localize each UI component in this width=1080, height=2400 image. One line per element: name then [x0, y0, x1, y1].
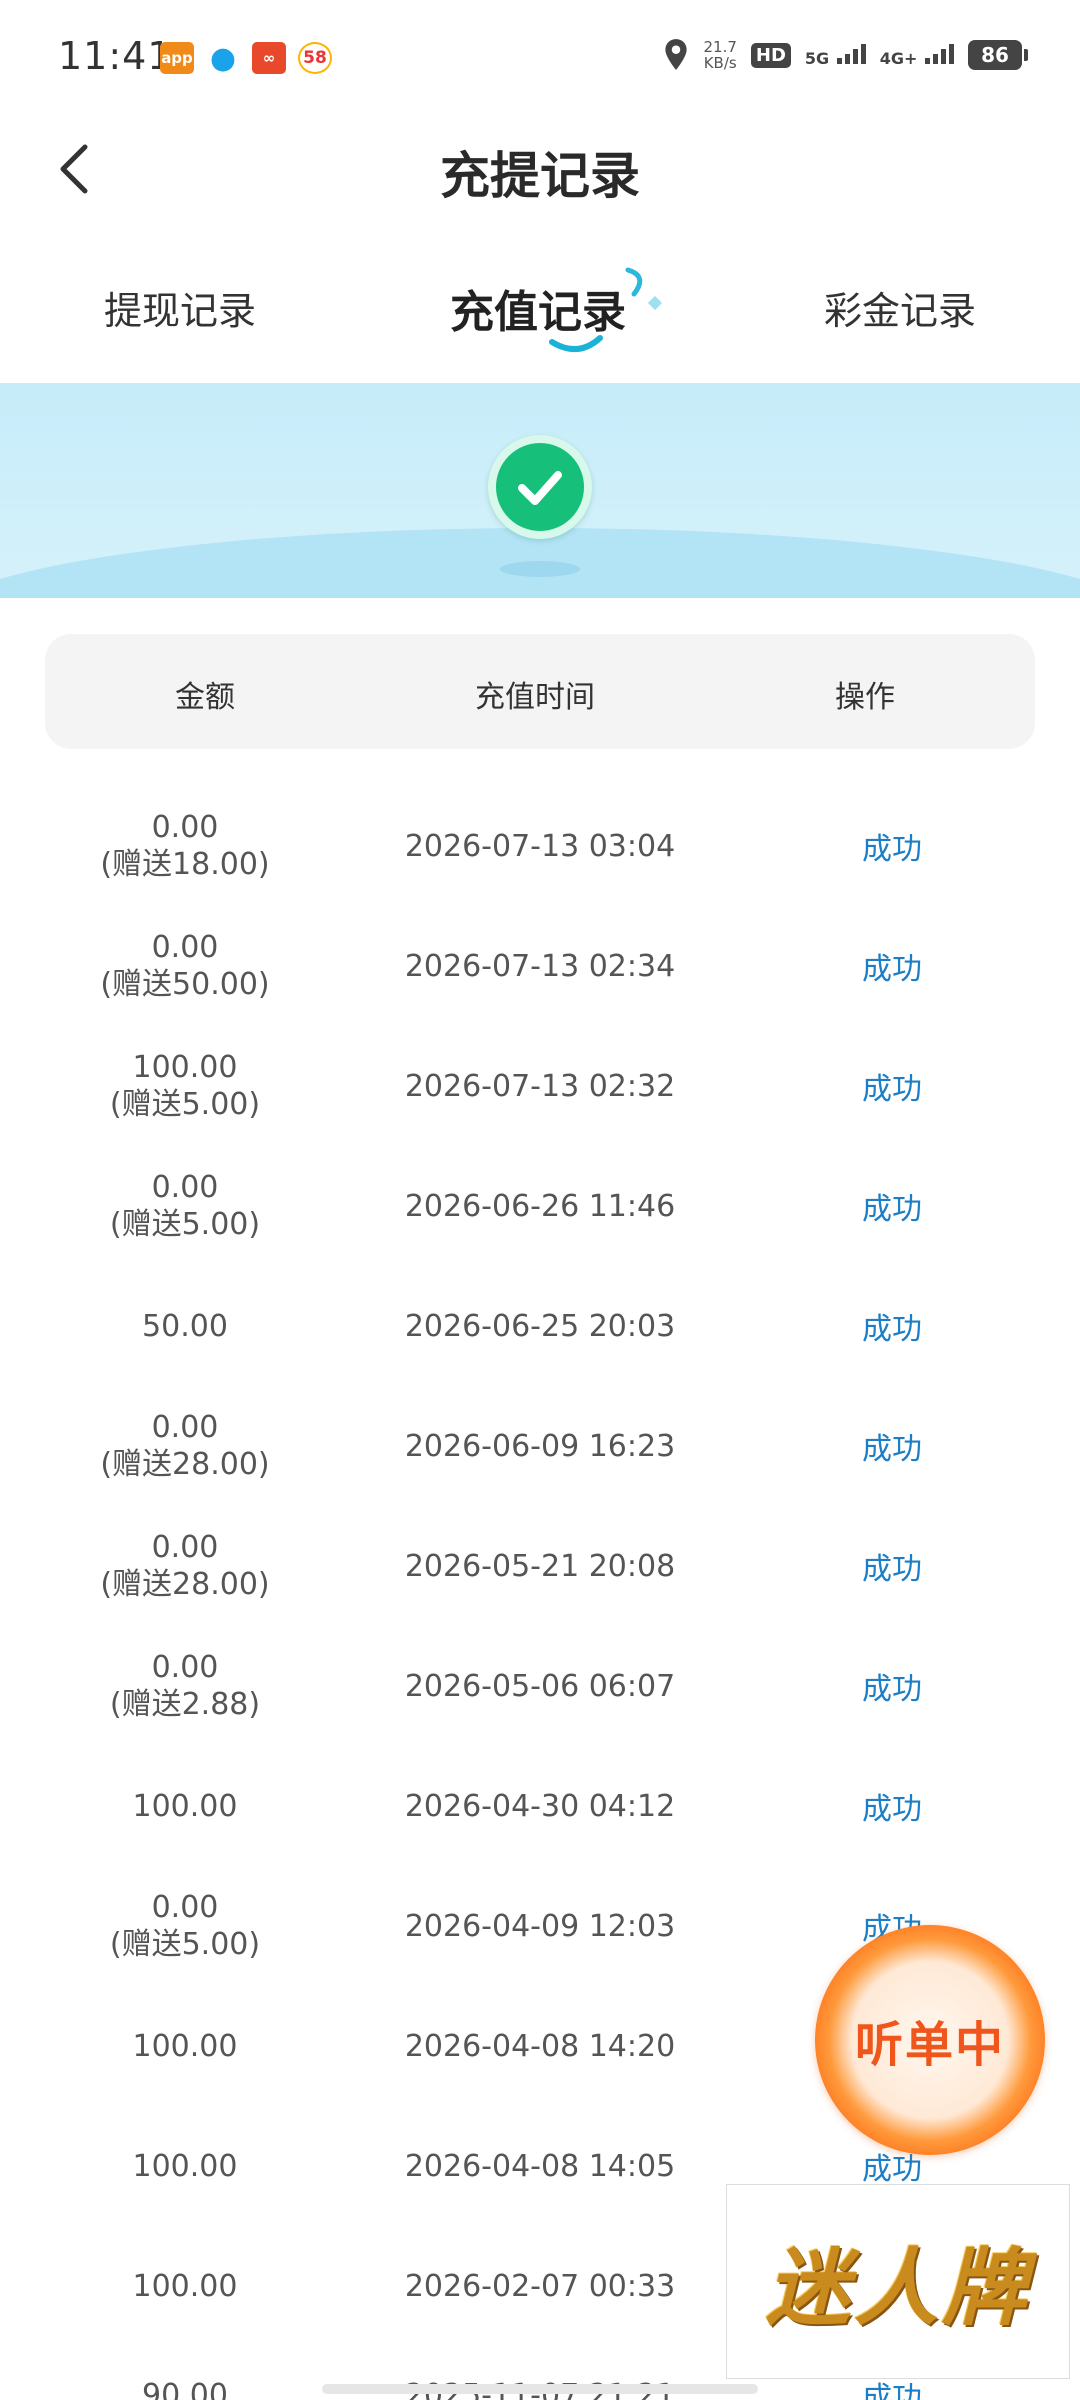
status-indicators: 21.7 KB/s HD 5G 4G+ 86 [663, 38, 1028, 72]
time-cell: 2026-04-08 14:20 [404, 2028, 676, 2064]
page-title: 充提记录 [440, 147, 640, 205]
table-row[interactable]: 100.00 2026-04-30 04:12 成功 [0, 1746, 1080, 1866]
time-cell: 2026-06-26 11:46 [404, 1188, 676, 1224]
net-speed: 21.7 KB/s [703, 38, 737, 72]
table-row[interactable]: 0.00 (赠送50.00) 2026-07-13 02:34 成功 [0, 906, 1080, 1026]
time-cell: 2026-04-09 12:03 [404, 1908, 676, 1944]
home-indicator[interactable] [322, 2384, 758, 2394]
badge-shadow [500, 561, 580, 577]
time-cell: 2026-05-06 06:07 [404, 1668, 676, 1704]
status-link[interactable]: 成功 [842, 1626, 942, 1746]
amount-cell: 0.00 (赠送5.00) [109, 1890, 261, 1962]
tab-withdraw-records[interactable]: 提现记录 [104, 280, 256, 335]
time-cell: 2026-04-30 04:12 [404, 1788, 676, 1824]
status-link[interactable]: 成功 [842, 1026, 942, 1146]
amount-cell: 0.00 (赠送18.00) [100, 810, 270, 882]
hd-icon: HD [750, 42, 791, 68]
status-link[interactable]: 成功 [842, 1746, 942, 1866]
table-header: 金额 充值时间 操作 [45, 634, 1035, 749]
qq-icon: ● [206, 41, 240, 76]
weibo-style-icon: app [160, 42, 194, 74]
status-link[interactable]: 成功 [842, 906, 942, 1026]
amount-cell: 100.00 [132, 2268, 238, 2304]
table-row[interactable]: 100.00 (赠送5.00) 2026-07-13 02:32 成功 [0, 1026, 1080, 1146]
time-cell: 2026-05-21 20:08 [404, 1548, 676, 1584]
table-row[interactable]: 0.00 (赠送2.88) 2026-05-06 06:07 成功 [0, 1626, 1080, 1746]
amount-cell: 100.00 [132, 1788, 238, 1824]
amount-cell: 100.00 [132, 2148, 238, 2184]
amount-cell: 100.00 (赠送5.00) [109, 1050, 261, 1122]
signal-4g-icon: 4G+ [880, 42, 954, 68]
status-time: 11:41 [58, 34, 173, 78]
time-cell: 2026-06-25 20:03 [404, 1308, 676, 1344]
amount-cell: 0.00 (赠送50.00) [100, 930, 270, 1002]
status-link[interactable]: 成功 [842, 1386, 942, 1506]
listening-float-button[interactable]: 听单中 [815, 1925, 1045, 2155]
check-circle-icon [488, 435, 592, 539]
time-cell: 2026-02-07 00:33 [404, 2268, 676, 2304]
watermark-text: 迷人牌 [765, 2239, 1030, 2337]
time-cell: 2026-04-08 14:05 [404, 2148, 676, 2184]
amount-cell: 90.00 [142, 2377, 228, 2400]
status-link[interactable]: 成功 [842, 1266, 942, 1386]
time-cell: 2025-11-07 21:21 [370, 2365, 710, 2400]
location-icon [665, 39, 688, 70]
checkmark-icon [518, 471, 562, 505]
amount-cell: 50.00 [142, 1308, 228, 1344]
column-header-amount: 金额 [175, 680, 235, 715]
time-cell: 2026-07-13 02:34 [404, 948, 676, 984]
column-header-time: 充值时间 [475, 680, 595, 715]
float-button-label: 听单中 [854, 2017, 1005, 2073]
table-row[interactable]: 0.00 (赠送28.00) 2026-06-09 16:23 成功 [0, 1386, 1080, 1506]
status-bar: 11:41 app ● ∞ 58 21.7 KB/s HD 5G 4G+ 86 [0, 0, 1080, 118]
58-icon: 58 [298, 42, 332, 74]
table-row[interactable]: 0.00 (赠送28.00) 2026-05-21 20:08 成功 [0, 1506, 1080, 1626]
time-cell: 2026-06-09 16:23 [404, 1428, 676, 1464]
column-header-action: 操作 [835, 680, 895, 715]
amount-cell: 0.00 (赠送28.00) [100, 1410, 270, 1482]
table-row[interactable]: 0.00 (赠送18.00) 2026-07-13 03:04 成功 [0, 786, 1080, 906]
amount-cell: 0.00 (赠送2.88) [109, 1650, 261, 1722]
status-link[interactable]: 成功 [842, 1506, 942, 1626]
status-link[interactable]: 成功 [842, 1146, 942, 1266]
notification-icons: app ● ∞ 58 [160, 41, 332, 76]
time-cell: 2026-07-13 03:04 [404, 828, 676, 864]
status-link[interactable]: 成功 [842, 786, 942, 906]
time-cell: 2026-07-13 02:32 [404, 1068, 676, 1104]
amount-cell: 100.00 [132, 2028, 238, 2064]
tab-bonus-records[interactable]: 彩金记录 [824, 280, 976, 335]
status-banner [0, 383, 1080, 598]
table-row[interactable]: 50.00 2026-06-25 20:03 成功 [0, 1266, 1080, 1386]
table-row[interactable]: 0.00 (赠送5.00) 2026-06-26 11:46 成功 [0, 1146, 1080, 1266]
watermark-logo: 迷人牌 [726, 2184, 1070, 2379]
amount-cell: 0.00 (赠送28.00) [100, 1530, 270, 1602]
app-icon-red: ∞ [252, 42, 286, 74]
battery-icon: 86 [968, 40, 1028, 70]
active-tab-indicator-icon [549, 267, 663, 352]
amount-cell: 0.00 (赠送5.00) [109, 1170, 261, 1242]
title-bar: 充提记录 [0, 118, 1080, 218]
record-tabs: 提现记录 充值记录 彩金记录 [0, 250, 1080, 370]
signal-5g-icon: 5G [805, 42, 866, 68]
